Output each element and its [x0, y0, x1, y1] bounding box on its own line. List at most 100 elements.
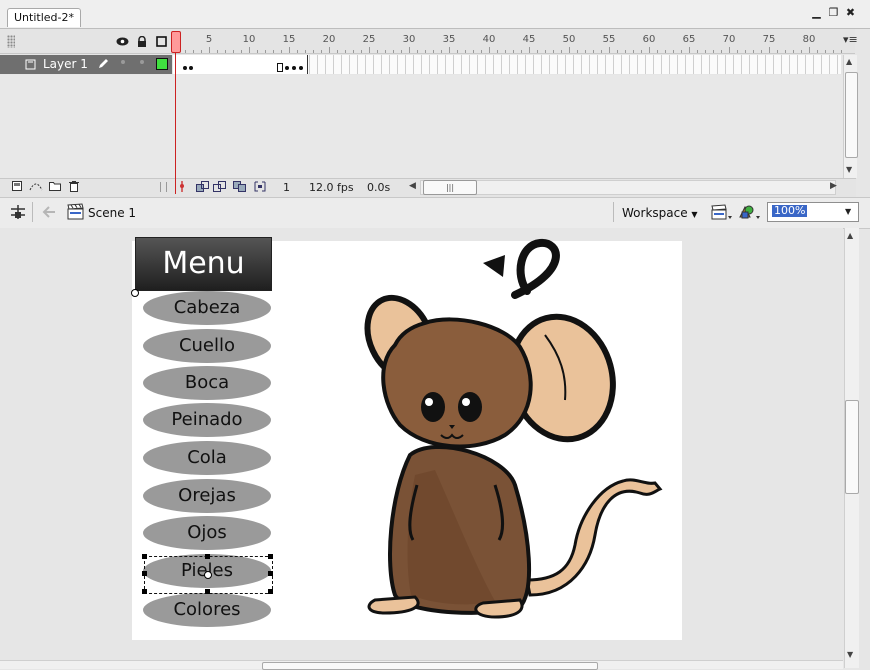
keyframe[interactable] — [183, 66, 187, 70]
ruler-tick — [481, 50, 482, 53]
ruler-label: 45 — [522, 34, 536, 45]
ruler-tick — [753, 50, 754, 53]
lock-icon[interactable] — [135, 35, 148, 48]
panel-menu-icon[interactable]: ▾≡ — [843, 33, 858, 46]
ruler-tick — [465, 50, 466, 53]
keyframe[interactable] — [292, 66, 296, 70]
ruler-tick — [841, 50, 842, 53]
ruler-tick — [713, 50, 714, 53]
delete-layer-icon[interactable] — [68, 181, 79, 192]
workspace-label: Workspace — [622, 206, 688, 220]
frames-span[interactable] — [173, 55, 308, 74]
ruler-tick — [321, 50, 322, 53]
ruler-tick — [377, 50, 378, 53]
add-guide-icon[interactable] — [29, 181, 43, 192]
ruler-tick — [425, 50, 426, 53]
scroll-right-icon[interactable]: ▶ — [830, 181, 837, 191]
onion-skin-outlines-icon[interactable] — [213, 181, 226, 192]
ruler-tick — [409, 47, 410, 53]
scroll-down-icon[interactable]: ▼ — [847, 650, 853, 659]
transform-center-point[interactable] — [204, 571, 212, 579]
ruler-tick — [225, 50, 226, 53]
transform-handle[interactable] — [268, 554, 273, 559]
ruler-tick — [345, 50, 346, 53]
transform-handle[interactable] — [268, 571, 273, 576]
timeline-vertical-scroll-thumb[interactable] — [845, 72, 858, 158]
ruler-tick — [489, 47, 490, 53]
workspace-dropdown[interactable]: Workspace ▼ — [622, 204, 698, 222]
transform-handle[interactable] — [205, 589, 210, 594]
stage-vertical-scroll-thumb[interactable] — [845, 400, 859, 494]
status-divider — [160, 182, 167, 192]
menu-button-orejas[interactable]: Orejas — [143, 479, 271, 513]
ruler-tick — [193, 50, 194, 53]
transform-handle[interactable] — [142, 589, 147, 594]
eye-icon[interactable] — [116, 35, 129, 48]
transform-handle[interactable] — [142, 571, 147, 576]
zoom-dropdown-chevron-icon[interactable]: ▼ — [845, 207, 851, 216]
keyframe[interactable] — [285, 66, 289, 70]
mouse-character-illustration[interactable] — [355, 235, 675, 630]
menu-button-cabeza[interactable]: Cabeza — [143, 291, 271, 325]
ruler-label: 10 — [242, 34, 256, 45]
transform-handle[interactable] — [205, 554, 210, 559]
frame-rate[interactable]: 12.0 fps — [309, 181, 354, 194]
menu-button-peinado[interactable]: Peinado — [143, 403, 271, 437]
menu-button-cola[interactable]: Cola — [143, 441, 271, 475]
minimize-icon[interactable]: ▁ — [810, 6, 823, 19]
new-layer-icon[interactable] — [11, 181, 22, 192]
transform-handle[interactable] — [268, 589, 273, 594]
keyframe[interactable] — [277, 63, 283, 72]
ruler-tick — [217, 50, 218, 53]
ruler-tick — [209, 47, 210, 53]
document-tab[interactable]: Untitled-2* — [7, 8, 81, 27]
menu-button-boca[interactable]: Boca — [143, 366, 271, 400]
ruler-label: 50 — [562, 34, 576, 45]
ruler-tick — [457, 50, 458, 53]
scroll-left-icon[interactable]: ◀ — [409, 181, 416, 191]
transform-handle[interactable] — [142, 554, 147, 559]
layer-row[interactable]: Layer 1 — [0, 55, 172, 74]
edit-symbols-icon[interactable] — [737, 203, 761, 221]
keyframe[interactable] — [189, 66, 193, 70]
close-icon[interactable]: ✖ — [844, 6, 857, 19]
scroll-down-icon[interactable]: ▼ — [846, 165, 852, 174]
onion-skin-icon[interactable] — [196, 181, 209, 192]
chevron-down-icon: ▼ — [691, 210, 698, 219]
keyframe[interactable] — [299, 66, 303, 70]
ruler-tick — [265, 50, 266, 53]
outline-icon[interactable] — [155, 35, 168, 48]
new-folder-icon[interactable] — [49, 181, 61, 192]
menu-header[interactable]: Menu — [135, 237, 272, 291]
menu-button-cuello[interactable]: Cuello — [143, 329, 271, 363]
ruler-tick — [249, 47, 250, 53]
timeline-ruler[interactable]: 5 10 15 20 25 30 35 40 45 50 55 60 65 70 75 80 — [173, 29, 849, 53]
ruler-tick — [745, 50, 746, 53]
edit-scene-icon[interactable] — [711, 203, 733, 221]
scroll-up-icon[interactable]: ▲ — [847, 231, 853, 240]
edit-bar-timeline-icon[interactable] — [9, 203, 27, 221]
scroll-up-icon[interactable]: ▲ — [846, 57, 852, 66]
menu-button-ojos[interactable]: Ojos — [143, 516, 271, 550]
timeline-horizontal-scrollbar[interactable] — [420, 180, 836, 195]
ruler-tick — [585, 50, 586, 53]
layer-color-swatch[interactable] — [156, 58, 168, 70]
ruler-label: 70 — [722, 34, 736, 45]
back-arrow-icon[interactable] — [41, 205, 57, 219]
menu-button-colores[interactable]: Colores — [143, 593, 271, 627]
panel-grip-icon[interactable] — [7, 35, 15, 48]
modify-onion-markers-icon[interactable] — [254, 181, 266, 192]
ruler-tick — [305, 50, 306, 53]
playhead-marker[interactable] — [171, 31, 181, 53]
scene-breadcrumb[interactable]: Scene 1 — [88, 206, 136, 220]
ruler-tick — [609, 47, 610, 53]
ruler-tick — [329, 47, 330, 53]
restore-icon[interactable]: ❐ — [827, 6, 840, 19]
center-frame-icon[interactable] — [176, 181, 187, 192]
zoom-input[interactable]: 100% — [772, 205, 808, 217]
stage-horizontal-scroll-thumb[interactable] — [262, 662, 598, 670]
timeline-horizontal-scroll-thumb[interactable]: ||| — [423, 180, 477, 195]
document-tab-bar — [0, 0, 870, 29]
ruler-label: 20 — [322, 34, 336, 45]
edit-multiple-frames-icon[interactable] — [233, 181, 246, 192]
